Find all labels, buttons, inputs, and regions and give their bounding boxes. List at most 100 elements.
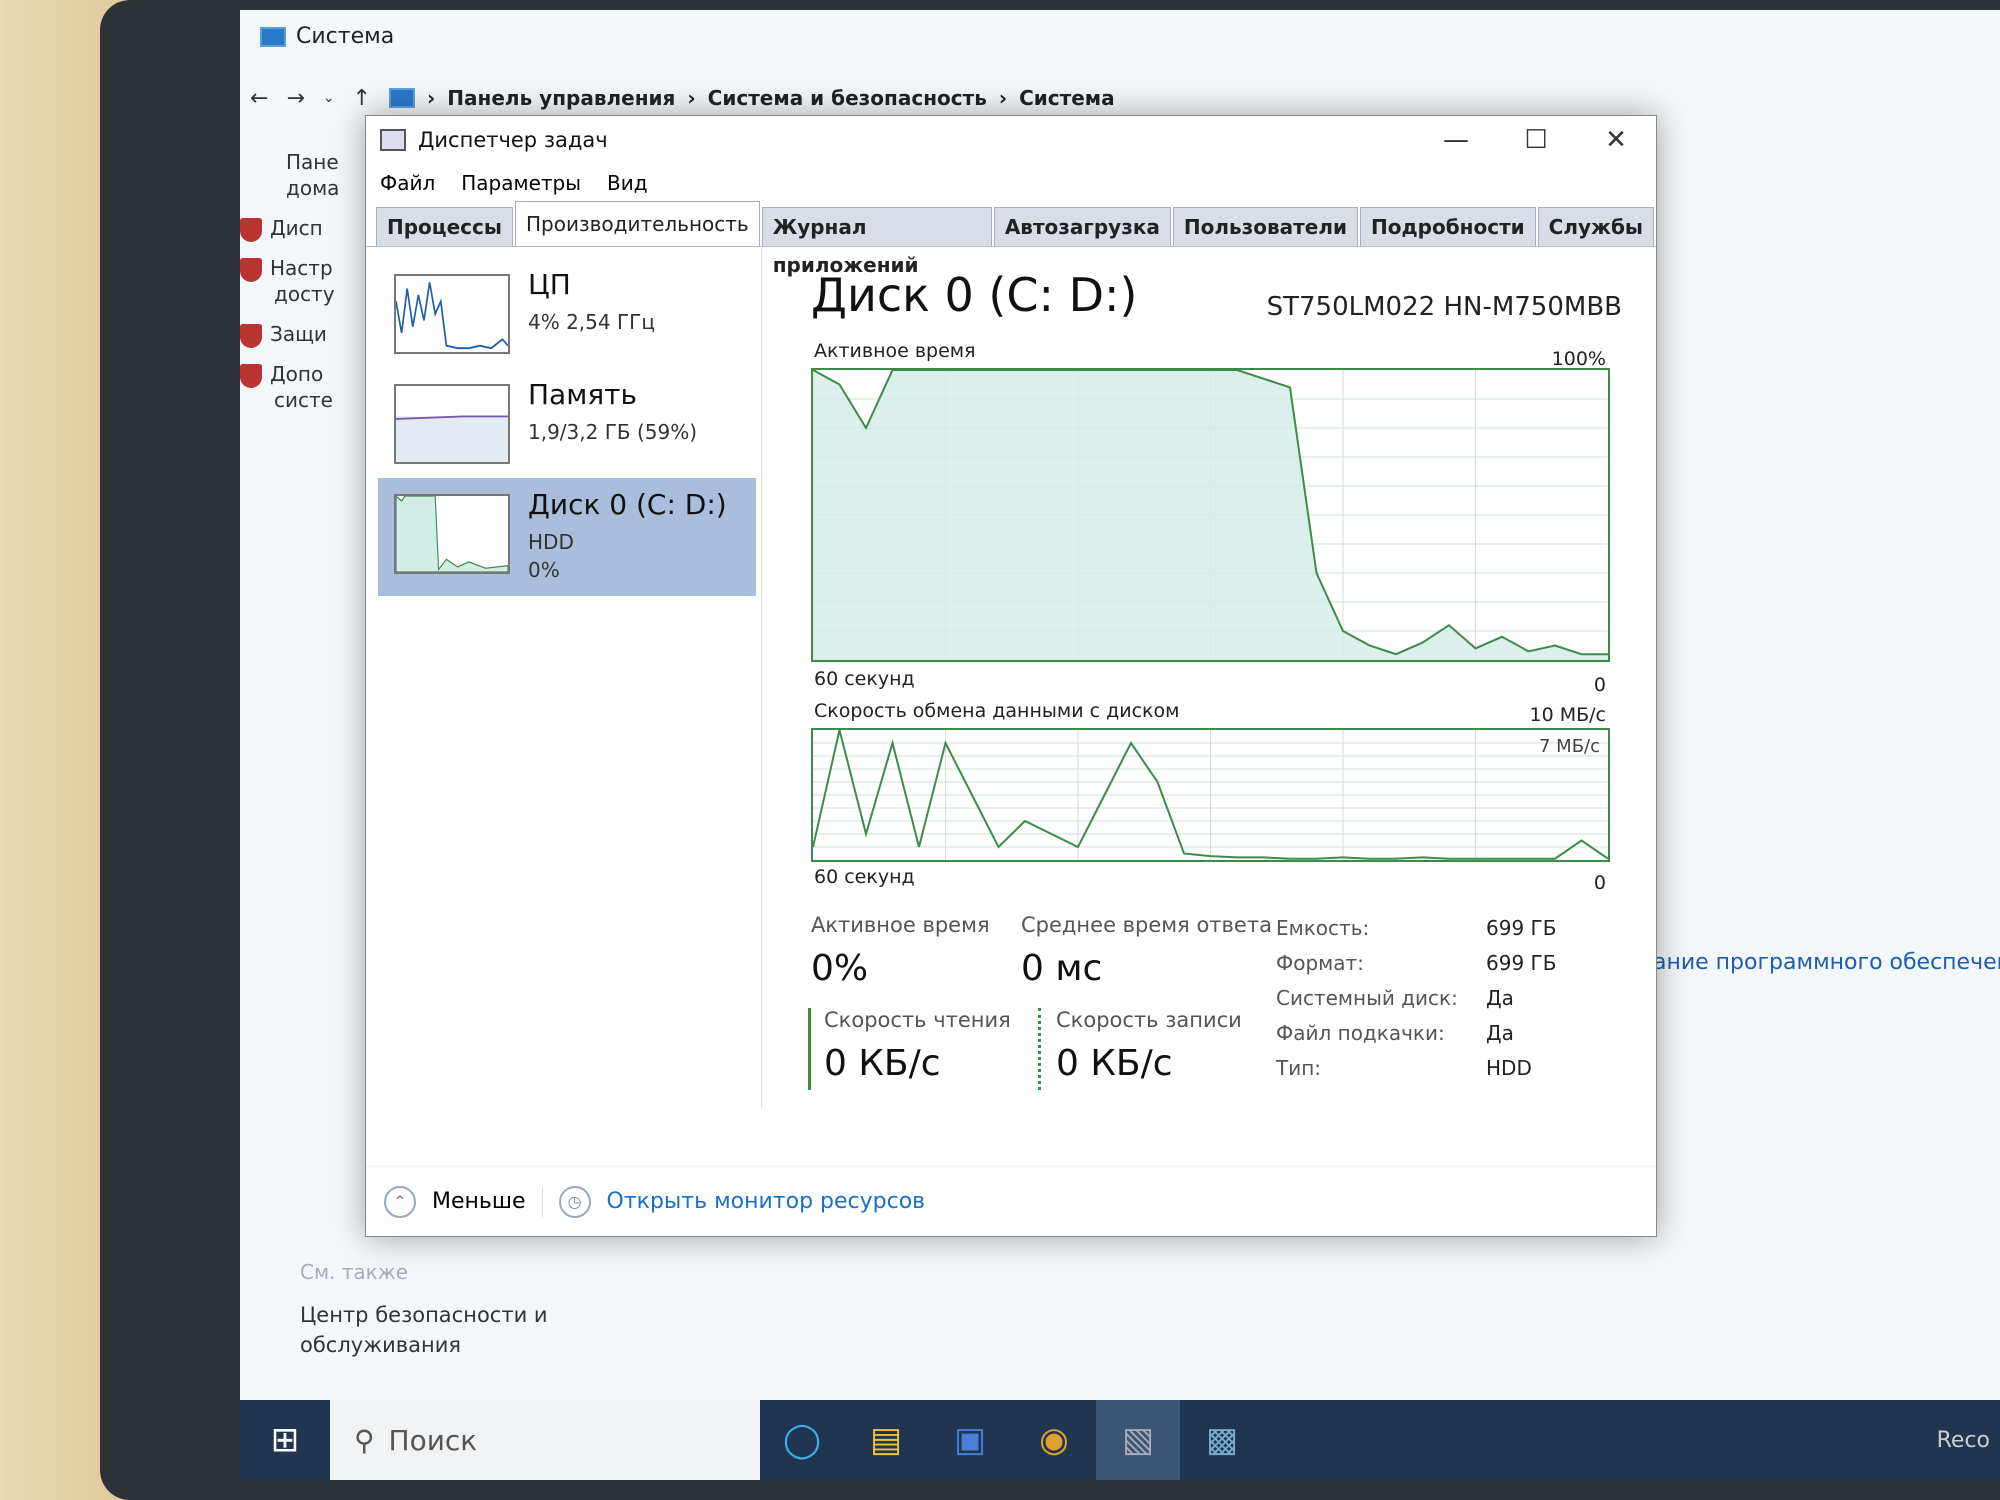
edge-icon[interactable]: ◯ xyxy=(760,1400,844,1480)
prop-value: Да xyxy=(1486,1021,1514,1045)
menu-view[interactable]: Вид xyxy=(607,171,648,195)
tray-text[interactable]: Reco xyxy=(1937,1428,2000,1453)
software-link[interactable]: вание программного обеспечени xyxy=(1640,950,2000,975)
resource-name: Диск 0 (C: D:) xyxy=(528,488,727,521)
tab-services[interactable]: Службы xyxy=(1537,207,1654,246)
cpu-thumbnail xyxy=(394,274,510,354)
taskbar-search[interactable]: ⚲ Поиск xyxy=(330,1400,760,1480)
open-resource-monitor-link[interactable]: Открыть монитор ресурсов xyxy=(607,1189,926,1214)
tab-app-history[interactable]: Журнал приложений xyxy=(761,207,992,277)
see-also-heading: См. также xyxy=(300,1260,409,1284)
transfer-rate-chart-svg xyxy=(813,730,1608,860)
disk-type: HDD xyxy=(528,530,574,554)
task-manager-footer: ⌃ Меньше ◷ Открыть монитор ресурсов xyxy=(366,1166,1656,1236)
task-manager-taskbar-icon[interactable]: ▩ xyxy=(1180,1400,1264,1480)
word-icon[interactable]: ▣ xyxy=(928,1400,1012,1480)
resource-detail: 4% 2,54 ГГц xyxy=(528,310,655,334)
read-speed-label: Скорость чтения xyxy=(824,1008,1011,1032)
chrome-icon[interactable]: ◉ xyxy=(1012,1400,1096,1480)
chart1-max: 100% xyxy=(1551,348,1606,370)
chevron-down-icon[interactable]: ⌄ xyxy=(323,90,335,106)
chart2-max: 10 МБ/с xyxy=(1529,704,1607,726)
control-panel-taskbar-icon[interactable]: ▧ xyxy=(1096,1400,1180,1480)
control-panel-title-text: Система xyxy=(296,24,395,49)
breadcrumb-item[interactable]: Система xyxy=(1019,86,1115,110)
file-explorer-icon[interactable]: ▤ xyxy=(844,1400,928,1480)
sidebar-item[interactable]: досту xyxy=(240,282,335,322)
prop-key: Системный диск: xyxy=(1276,986,1458,1010)
resource-cpu[interactable]: ЦП 4% 2,54 ГГц xyxy=(378,258,756,376)
resource-name: Память xyxy=(528,378,637,411)
computer-icon xyxy=(389,88,416,108)
tab-startup[interactable]: Автозагрузка xyxy=(993,207,1171,246)
windows-start-icon[interactable]: ⊞ xyxy=(240,1400,330,1480)
prop-key: Формат: xyxy=(1276,951,1364,975)
forward-arrow-icon[interactable]: → xyxy=(286,86,304,111)
chart1-label: Активное время xyxy=(814,340,976,362)
response-time-value: 0 мс xyxy=(1021,948,1103,989)
computer-icon xyxy=(260,26,286,47)
chevron-up-icon[interactable]: ⌃ xyxy=(384,1185,416,1218)
prop-value: Да xyxy=(1486,986,1514,1010)
screen: Система ← → ⌄ ↑ › Панель управления › Си… xyxy=(240,10,2000,1480)
back-arrow-icon[interactable]: ← xyxy=(250,86,268,111)
chart1-x-right: 0 xyxy=(1593,674,1606,696)
task-manager-titlebar[interactable]: Диспетчер задач — ☐ ✕ xyxy=(366,116,1656,164)
fewer-details-button[interactable]: Меньше xyxy=(432,1189,526,1214)
prop-value: HDD xyxy=(1486,1056,1532,1080)
search-placeholder: Поиск xyxy=(388,1423,478,1457)
prop-key: Тип: xyxy=(1276,1056,1322,1080)
tab-processes[interactable]: Процессы xyxy=(376,207,513,246)
sidebar-item[interactable]: Дисп xyxy=(240,216,330,256)
breadcrumb-item[interactable]: Система и безопасность xyxy=(708,86,987,110)
resource-disk[interactable]: Диск 0 (C: D:) HDD 0% xyxy=(378,478,756,596)
taskbar: ⊞ ⚲ Поиск ◯ ▤ ▣ ◉ ▧ ▩ Reco xyxy=(240,1400,2000,1480)
maximize-icon[interactable]: ☐ xyxy=(1496,125,1576,155)
active-time-value: 0% xyxy=(811,948,869,989)
disk-title: Диск 0 (C: D:) xyxy=(811,268,1138,322)
shield-icon xyxy=(240,363,262,388)
address-bar[interactable]: › Панель управления › Система и безопасн… xyxy=(389,86,1115,110)
chart2-x-left: 60 секунд xyxy=(814,866,915,888)
shield-icon xyxy=(240,217,262,242)
tab-details[interactable]: Подробности xyxy=(1360,207,1536,246)
breadcrumb-item[interactable]: Панель управления xyxy=(447,86,675,110)
control-panel-nav: ← → ⌄ ↑ › Панель управления › Система и … xyxy=(250,78,2000,118)
prop-key: Емкость: xyxy=(1276,916,1370,940)
write-indicator xyxy=(1038,1008,1041,1090)
sidebar-item[interactable]: Защи xyxy=(240,322,330,362)
control-panel-sidebar: Пане дома Дисп Настр досту Защи Допо сис… xyxy=(240,150,339,428)
tab-performance[interactable]: Производительность xyxy=(514,201,760,246)
tab-bar: Процессы Производительность Журнал прило… xyxy=(366,201,1656,277)
close-icon[interactable]: ✕ xyxy=(1576,125,1656,155)
chart2-mid: 7 МБ/с xyxy=(1538,736,1600,757)
prop-value: 699 ГБ xyxy=(1486,916,1557,940)
transfer-rate-chart: 7 МБ/с xyxy=(811,728,1610,862)
resource-detail: 1,9/3,2 ГБ (59%) xyxy=(528,420,698,444)
breadcrumb-separator-icon: › xyxy=(427,86,436,110)
read-indicator xyxy=(808,1008,811,1090)
menu-file[interactable]: Файл xyxy=(380,171,435,195)
resource-list: ЦП 4% 2,54 ГГц Память 1,9/3,2 ГБ (59%) Д… xyxy=(366,248,762,1108)
security-center-link[interactable]: Центр безопасности и обслуживания xyxy=(300,1300,600,1360)
resource-memory[interactable]: Память 1,9/3,2 ГБ (59%) xyxy=(378,368,756,486)
task-manager-icon xyxy=(380,129,406,151)
memory-thumbnail xyxy=(394,384,510,464)
shield-icon xyxy=(240,257,262,282)
active-time-chart-svg xyxy=(813,370,1608,660)
menu-bar: Файл Параметры Вид xyxy=(366,164,1656,202)
response-time-label: Среднее время ответа xyxy=(1021,913,1272,937)
task-manager-title: Диспетчер задач xyxy=(418,128,608,152)
sidebar-item[interactable]: дома xyxy=(240,176,339,216)
tab-users[interactable]: Пользователи xyxy=(1172,207,1358,246)
chart1-x-left: 60 секунд xyxy=(814,668,915,690)
sidebar-item[interactable]: систе xyxy=(240,388,333,428)
prop-key: Файл подкачки: xyxy=(1276,1021,1445,1045)
read-speed-value: 0 КБ/с xyxy=(824,1043,941,1084)
disk-percent: 0% xyxy=(528,558,560,582)
minimize-icon[interactable]: — xyxy=(1416,125,1496,155)
footer-divider xyxy=(541,1186,543,1217)
up-arrow-icon[interactable]: ↑ xyxy=(353,86,371,111)
active-time-label: Активное время xyxy=(811,913,990,937)
menu-options[interactable]: Параметры xyxy=(461,171,581,195)
